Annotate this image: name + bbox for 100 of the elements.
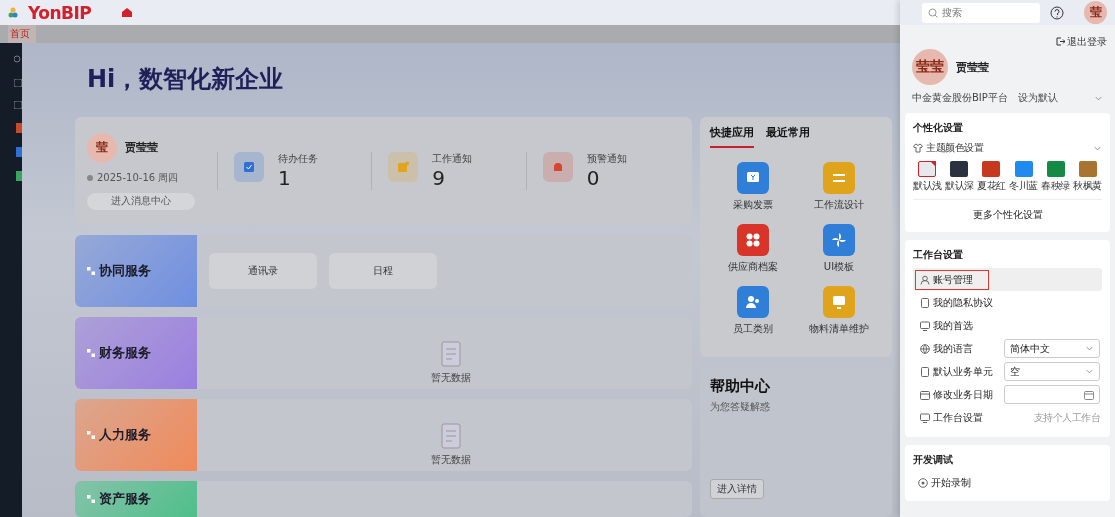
home-icon[interactable]: [121, 7, 134, 18]
profile-avatar: 莹莹: [912, 49, 948, 85]
empty-text: 暂无数据: [430, 371, 471, 385]
set-default-link[interactable]: 设为默认: [1017, 91, 1058, 105]
app-tile[interactable]: [823, 162, 855, 194]
settings-item[interactable]: 我的首选: [915, 315, 978, 336]
calendar-icon: [920, 389, 930, 400]
stat-label: 待办任务: [278, 152, 318, 166]
document-icon: [920, 297, 930, 308]
stat-label: 预警通知: [586, 152, 627, 166]
theme-label: 默认浅: [913, 179, 942, 193]
app-label[interactable]: 员工类别: [733, 322, 773, 336]
settings-item[interactable]: 我的隐私协议: [915, 292, 998, 313]
service-title: 资产服务: [99, 490, 151, 508]
user-name: 贾莹莹: [125, 140, 158, 155]
date-field[interactable]: [1004, 385, 1100, 404]
stat-value[interactable]: 1: [278, 166, 318, 190]
pinwheel-icon: [831, 232, 847, 248]
service-icon: [87, 431, 95, 439]
checklist-icon: [243, 161, 255, 173]
section-title: 个性化设置: [913, 121, 964, 135]
app-label[interactable]: UI模板: [823, 260, 855, 274]
settings-item[interactable]: 默认业务单元: [915, 361, 998, 382]
service-title: 协同服务: [99, 262, 151, 280]
select-field[interactable]: 空: [1004, 362, 1100, 381]
app-tile[interactable]: [737, 286, 769, 318]
service-link[interactable]: 日程: [329, 253, 437, 289]
service-title: 人力服务: [99, 426, 151, 444]
service-icon: [87, 495, 95, 503]
service-icon: [87, 349, 95, 357]
logout-icon: [1056, 37, 1065, 46]
app-label[interactable]: 工作流设计: [814, 198, 864, 212]
theme-label: 春秧绿: [1041, 179, 1070, 193]
app-tile[interactable]: [823, 286, 855, 318]
logout-link[interactable]: 退出登录: [1056, 35, 1107, 49]
search-icon: [928, 7, 938, 18]
user-avatar[interactable]: 莹: [1084, 1, 1107, 24]
app-icon[interactable]: [14, 101, 22, 109]
theme-label: 默认深: [945, 179, 974, 193]
user-icon: [920, 274, 930, 285]
help-icon[interactable]: [1050, 5, 1064, 20]
document-icon: [920, 366, 930, 377]
empty-text: 暂无数据: [430, 453, 471, 467]
org-name: 中金黄金股份BIP平台: [912, 91, 1008, 105]
help-title: 帮助中心: [710, 377, 771, 396]
message-center-button[interactable]: 进入消息中心: [87, 192, 195, 210]
theme-swatch[interactable]: [918, 161, 937, 177]
theme-label: 夏花红: [977, 179, 1006, 193]
service-icon: [87, 267, 95, 275]
record-icon: [918, 478, 928, 488]
section-title: 开发调试: [913, 453, 954, 467]
app-tile[interactable]: [737, 162, 769, 194]
app-label[interactable]: 供应商档案: [728, 260, 778, 274]
theme-label: 冬川蓝: [1009, 179, 1038, 193]
theme-swatch[interactable]: [982, 161, 1001, 177]
stat-label: 工作通知: [432, 152, 473, 166]
hint-text: 支持个人工作台: [1033, 410, 1100, 425]
search-icon[interactable]: [14, 55, 22, 65]
brand-logo: YonBIP: [28, 2, 92, 23]
settings-item[interactable]: 账号管理: [915, 269, 989, 290]
settings-item[interactable]: 工作台设置: [915, 407, 988, 428]
shirt-icon: [913, 143, 923, 153]
empty-document-icon: [440, 341, 461, 367]
search-field[interactable]: 搜索: [922, 2, 1040, 23]
empty-document-icon: [440, 423, 461, 449]
details-button[interactable]: 进入详情: [710, 479, 764, 499]
settings-item[interactable]: 我的语言: [915, 338, 978, 359]
app-logo-icon: [8, 6, 18, 19]
theme-swatch[interactable]: [1046, 161, 1065, 177]
help-subtitle: 为您答疑解惑: [710, 400, 771, 414]
stat-value[interactable]: 9: [432, 166, 473, 190]
settings-item[interactable]: 开始录制: [913, 473, 1102, 493]
select-field[interactable]: 简体中文: [1004, 339, 1100, 358]
stat-value[interactable]: 0: [586, 166, 627, 190]
app-icon[interactable]: [14, 79, 22, 87]
bell-icon: [551, 161, 564, 173]
theme-label: 秋枫黄: [1073, 179, 1102, 193]
globe-icon: [920, 343, 930, 354]
section-title: 工作台设置: [913, 248, 964, 262]
service-link[interactable]: 通讯录: [209, 253, 317, 289]
app-label[interactable]: 物料清单维护: [809, 322, 869, 336]
date-text: 2025-10-16 周四: [97, 170, 179, 185]
theme-swatch[interactable]: [1014, 161, 1033, 177]
chevron-down-icon: [1085, 367, 1094, 376]
more-settings-button[interactable]: 更多个性化设置: [913, 200, 1102, 224]
app-tile[interactable]: [823, 224, 855, 256]
notice-icon: [397, 161, 410, 173]
quick-apps-tab[interactable]: 最近常用: [766, 125, 810, 148]
monitor-icon: [831, 294, 847, 310]
quick-apps-tab[interactable]: 快捷应用: [710, 125, 754, 148]
greeting-title: Hi，数智化新企业: [87, 64, 285, 95]
grid-icon: [745, 232, 761, 248]
settings-item[interactable]: 修改业务日期: [915, 384, 998, 405]
app-tile[interactable]: [737, 224, 769, 256]
service-title: 财务服务: [99, 344, 151, 362]
app-label[interactable]: 采购发票: [733, 198, 773, 212]
theme-color-label: 主题颜色设置: [926, 141, 983, 155]
user-avatar: 莹: [87, 132, 117, 163]
theme-swatch[interactable]: [1078, 161, 1097, 177]
theme-swatch[interactable]: [950, 161, 969, 177]
